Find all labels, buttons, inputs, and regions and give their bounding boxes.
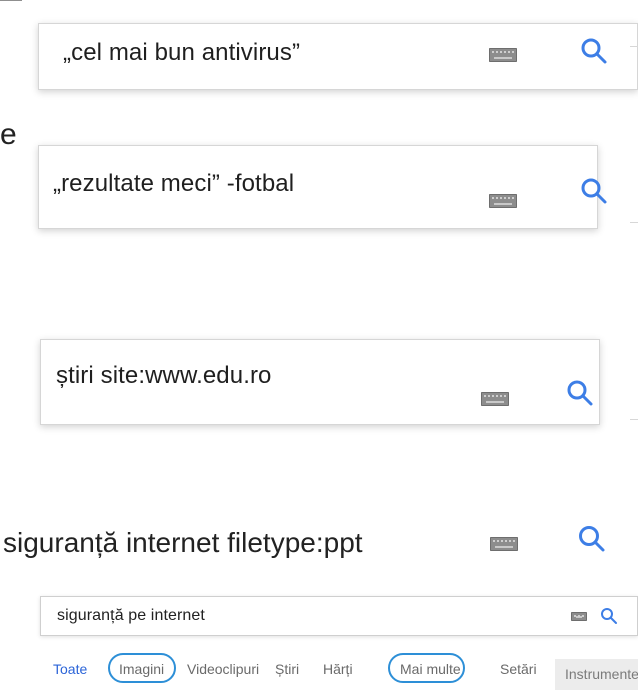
search-icon[interactable] [600, 607, 618, 625]
search-icon[interactable] [580, 177, 608, 205]
top-divider-line [0, 0, 22, 1]
search-icon[interactable] [580, 37, 608, 65]
tab-harti[interactable]: Hărți [323, 661, 353, 677]
search-example-2-query[interactable]: „rezultate meci” -fotbal [53, 170, 294, 198]
search-example-1[interactable]: „cel mai bun antivirus” [38, 23, 638, 90]
tools-button[interactable]: Instrumente [555, 659, 638, 690]
search-example-4-query[interactable]: siguranță internet filetype:ppt [3, 527, 363, 559]
left-text-fragment: e [0, 118, 17, 151]
tab-imagini[interactable]: Imagini [119, 661, 164, 677]
keyboard-icon[interactable] [571, 612, 587, 621]
keyboard-icon[interactable] [490, 537, 518, 551]
tab-stiri[interactable]: Știri [275, 661, 299, 677]
keyboard-icon[interactable] [489, 48, 517, 62]
results-search-query[interactable]: siguranță pe internet [57, 607, 205, 625]
search-example-1-query[interactable]: „cel mai bun antivirus” [63, 39, 300, 67]
search-example-3[interactable]: știri site:www.edu.ro [40, 339, 600, 425]
tab-setari[interactable]: Setări [500, 661, 537, 677]
search-example-3-query[interactable]: știri site:www.edu.ro [56, 362, 272, 390]
tab-toate[interactable]: Toate [53, 661, 87, 677]
keyboard-icon[interactable] [489, 194, 517, 208]
keyboard-icon[interactable] [481, 392, 509, 406]
search-icon[interactable] [566, 379, 594, 407]
tab-videoclipuri[interactable]: Videoclipuri [187, 661, 259, 677]
search-example-2[interactable]: „rezultate meci” -fotbal [38, 145, 607, 229]
results-tools-area: Setări Instrumente [500, 659, 638, 690]
results-tabs-row: Toate Imagini Videoclipuri Știri Hărți M… [40, 646, 638, 690]
edge-tick-2 [630, 222, 638, 223]
edge-tick-1 [630, 46, 638, 47]
results-search-box[interactable]: siguranță pe internet [40, 596, 638, 636]
tab-mai-multe[interactable]: Mai multe [400, 661, 461, 677]
search-icon[interactable] [577, 524, 607, 554]
edge-tick-3 [630, 419, 638, 420]
